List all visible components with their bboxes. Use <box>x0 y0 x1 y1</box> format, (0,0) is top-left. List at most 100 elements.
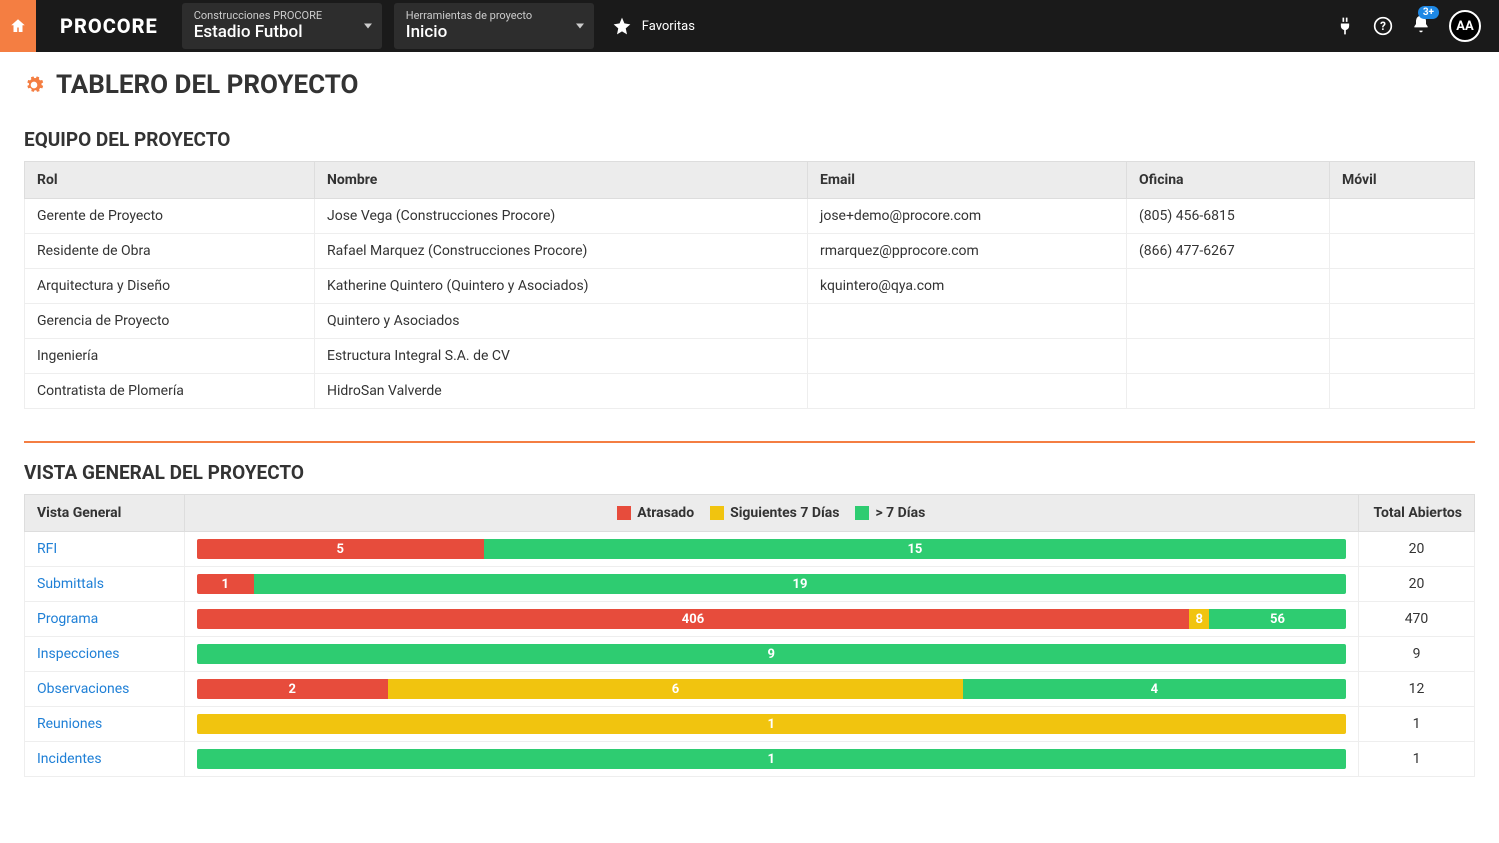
cell-nombre: Estructura Integral S.A. de CV <box>315 339 808 374</box>
team-col-nombre: Nombre <box>315 162 808 199</box>
team-col-oficina: Oficina <box>1127 162 1330 199</box>
plug-icon[interactable] <box>1335 16 1355 36</box>
notification-badge: 3+ <box>1418 6 1439 19</box>
table-row: Observaciones26412 <box>25 672 1475 707</box>
cell-email <box>808 374 1127 409</box>
cell-oficina <box>1127 339 1330 374</box>
bar-segment-gt7[interactable]: 9 <box>197 644 1347 664</box>
home-button[interactable] <box>0 0 36 52</box>
topbar-icons: ? 3+ AA <box>1335 10 1499 42</box>
cell-oficina <box>1127 304 1330 339</box>
project-selector-label: Construcciones PROCORE <box>194 9 346 22</box>
tool-selector-value: Inicio <box>406 22 558 42</box>
cell-movil <box>1330 339 1475 374</box>
table-row: RFI 515 20 <box>25 532 1475 567</box>
bar-segment-next7[interactable]: 6 <box>388 679 963 699</box>
table-row: Arquitectura y DiseñoKatherine Quintero … <box>25 269 1475 304</box>
cell-rol: Arquitectura y Diseño <box>25 269 315 304</box>
total-cell: 1 <box>1359 707 1475 742</box>
bar-segment-next7[interactable]: 1 <box>197 714 1347 734</box>
bar-cell: 1 <box>184 742 1359 777</box>
avatar[interactable]: AA <box>1449 10 1481 42</box>
gear-icon[interactable] <box>24 75 44 95</box>
cell-movil <box>1330 269 1475 304</box>
overview-link[interactable]: Reuniones <box>37 716 102 732</box>
bar-cell: 264 <box>184 672 1359 707</box>
chevron-down-icon <box>576 23 584 28</box>
overview-link[interactable]: Observaciones <box>37 681 129 697</box>
star-icon[interactable] <box>612 16 632 36</box>
bar-cell: 406856 <box>184 602 1359 637</box>
legend-label-next7: Siguientes 7 Días <box>730 505 839 521</box>
team-col-rol: Rol <box>25 162 315 199</box>
home-icon <box>9 17 27 35</box>
table-row: Incidentes 11 <box>25 742 1475 777</box>
cell-oficina <box>1127 269 1330 304</box>
bar-segment-gt7[interactable]: 56 <box>1209 609 1346 629</box>
bar-cell: 1 <box>184 707 1359 742</box>
total-cell: 20 <box>1359 567 1475 602</box>
bar-segment-gt7[interactable]: 4 <box>963 679 1346 699</box>
bar-segment-overdue[interactable]: 2 <box>197 679 389 699</box>
overview-link[interactable]: Incidentes <box>37 751 102 767</box>
cell-nombre: Quintero y Asociados <box>315 304 808 339</box>
project-selector-value: Estadio Futbol <box>194 22 346 42</box>
cell-email: kquintero@qya.com <box>808 269 1127 304</box>
table-row: Gerencia de ProyectoQuintero y Asociados <box>25 304 1475 339</box>
bar-segment-overdue[interactable]: 5 <box>197 539 484 559</box>
overview-link[interactable]: Submittals <box>37 576 104 592</box>
overview-legend-cell: Atrasado Siguientes 7 Días > 7 Días <box>184 495 1359 532</box>
total-cell: 470 <box>1359 602 1475 637</box>
chevron-down-icon <box>364 23 372 28</box>
overview-link[interactable]: Programa <box>37 611 98 627</box>
stacked-bar: 119 <box>197 574 1347 594</box>
cell-rol: Gerencia de Proyecto <box>25 304 315 339</box>
bar-segment-next7[interactable]: 8 <box>1189 609 1209 629</box>
total-cell: 9 <box>1359 637 1475 672</box>
total-cell: 1 <box>1359 742 1475 777</box>
table-row: Reuniones 11 <box>25 707 1475 742</box>
svg-text:?: ? <box>1380 19 1386 33</box>
overview-col-label: Vista General <box>25 495 185 532</box>
help-icon[interactable]: ? <box>1373 16 1393 36</box>
project-selector[interactable]: Construcciones PROCORE Estadio Futbol <box>182 3 382 49</box>
stacked-bar: 1 <box>197 749 1347 769</box>
page-content: TABLERO DEL PROYECTO EQUIPO DEL PROYECTO… <box>0 52 1499 795</box>
overview-link[interactable]: Inspecciones <box>37 646 119 662</box>
bar-segment-gt7[interactable]: 19 <box>254 574 1346 594</box>
stacked-bar: 406856 <box>197 609 1347 629</box>
legend-swatch-overdue <box>617 506 631 520</box>
tool-selector[interactable]: Herramientas de proyecto Inicio <box>394 3 594 49</box>
team-section-title: EQUIPO DEL PROYECTO <box>24 128 1475 151</box>
stacked-bar: 515 <box>197 539 1347 559</box>
cell-oficina: (866) 477-6267 <box>1127 234 1330 269</box>
cell-movil <box>1330 199 1475 234</box>
cell-oficina <box>1127 374 1330 409</box>
team-col-email: Email <box>808 162 1127 199</box>
cell-rol: Contratista de Plomería <box>25 374 315 409</box>
bar-segment-gt7[interactable]: 1 <box>197 749 1347 769</box>
notifications-button[interactable]: 3+ <box>1411 14 1431 38</box>
page-title-row: TABLERO DEL PROYECTO <box>24 70 1475 100</box>
cell-email <box>808 339 1127 374</box>
table-row: Gerente de ProyectoJose Vega (Construcci… <box>25 199 1475 234</box>
logo: PROCORE <box>36 14 182 38</box>
total-cell: 20 <box>1359 532 1475 567</box>
table-row: Submittals 119 20 <box>25 567 1475 602</box>
stacked-bar: 1 <box>197 714 1347 734</box>
legend-label-overdue: Atrasado <box>637 505 694 521</box>
cell-nombre: Katherine Quintero (Quintero y Asociados… <box>315 269 808 304</box>
team-col-movil: Móvil <box>1330 162 1475 199</box>
overview-link[interactable]: RFI <box>37 541 57 557</box>
bar-segment-overdue[interactable]: 406 <box>197 609 1190 629</box>
bar-segment-gt7[interactable]: 15 <box>484 539 1346 559</box>
bar-segment-overdue[interactable]: 1 <box>197 574 254 594</box>
table-row: IngenieríaEstructura Integral S.A. de CV <box>25 339 1475 374</box>
bar-cell: 515 <box>184 532 1359 567</box>
section-divider <box>24 441 1475 443</box>
total-cell: 12 <box>1359 672 1475 707</box>
overview-section-title: VISTA GENERAL DEL PROYECTO <box>24 461 1475 484</box>
overview-col-total: Total Abiertos <box>1359 495 1475 532</box>
cell-oficina: (805) 456-6815 <box>1127 199 1330 234</box>
cell-email <box>808 304 1127 339</box>
